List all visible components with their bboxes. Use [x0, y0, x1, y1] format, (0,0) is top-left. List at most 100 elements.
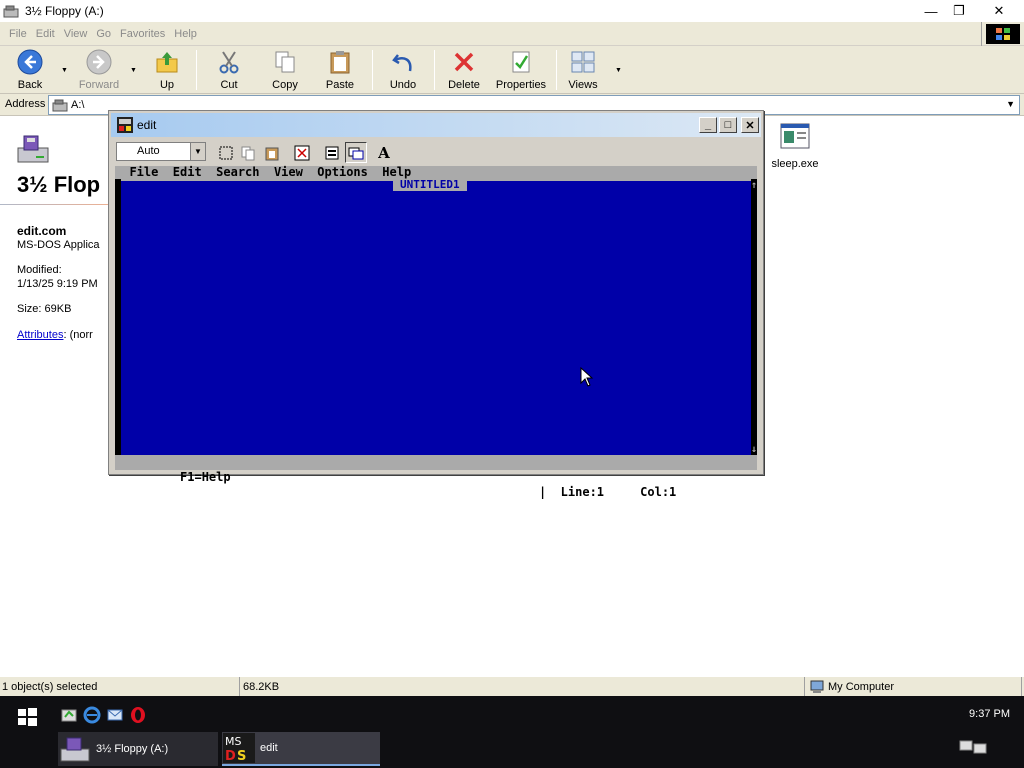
details-pane: 3½ Flop edit.com MS-DOS Applica Modified… [0, 116, 115, 676]
background-button[interactable] [345, 142, 367, 163]
undo-button[interactable]: Undo [386, 48, 420, 92]
undo-label: Undo [389, 79, 417, 91]
floppy-task-icon [58, 734, 92, 764]
scissors-icon [216, 49, 242, 75]
back-button[interactable]: Back [10, 48, 50, 92]
cut-button[interactable]: Cut [212, 48, 246, 92]
windows-logo-icon [18, 708, 37, 726]
full-screen-button[interactable] [291, 142, 313, 163]
properties-icon [508, 49, 534, 75]
paste-button[interactable]: Paste [322, 48, 358, 92]
undo-arrow-icon [390, 49, 416, 75]
dos-status-help: F1=Help [172, 470, 231, 484]
floppy-drive-large-icon [16, 132, 50, 169]
attributes-link[interactable]: Attributes [17, 329, 63, 341]
menu-edit[interactable]: Edit [36, 28, 55, 40]
dos-edit-area[interactable]: UNTITLED1 ↑ ↓ [121, 179, 757, 455]
up-button[interactable]: Up [150, 48, 184, 92]
forward-arrow-icon [86, 49, 112, 75]
floppy-drive-icon [3, 5, 19, 18]
file-item-sleep-exe[interactable]: sleep.exe [770, 122, 820, 170]
edit-title-bar[interactable]: edit _ □ ✕ [111, 113, 761, 137]
pane-attributes: Attributes: (norr [17, 329, 93, 341]
forward-label: Forward [78, 79, 120, 91]
pane-modified-label: Modified: [17, 264, 62, 276]
dos-screen[interactable]: File Edit Search View Options Help UNTIT… [115, 166, 757, 499]
menu-go[interactable]: Go [96, 28, 111, 40]
windows-flag-icon [986, 24, 1020, 44]
dos-status-bar: F1=Help | Line:1 Col:1 [115, 455, 757, 499]
dos-status-position: | Line:1 Col:1 [539, 485, 691, 499]
outlook-express-icon[interactable] [106, 706, 124, 724]
explorer-title-bar[interactable]: 3½ Floppy (A:) [0, 0, 1024, 22]
font-size-value: Auto [137, 145, 160, 157]
delete-button[interactable]: Delete [446, 48, 482, 92]
forward-dropdown-icon[interactable]: ▼ [130, 67, 137, 74]
menu-view[interactable]: View [64, 28, 88, 40]
scroll-up-icon[interactable]: ↑ [751, 181, 757, 191]
status-selected: 1 object(s) selected [0, 677, 240, 697]
folder-up-icon [154, 49, 180, 75]
scroll-down-icon[interactable]: ↓ [751, 445, 757, 455]
up-label: Up [159, 79, 175, 91]
edit-toolbar: Auto ▼ A [111, 139, 761, 165]
views-dropdown-icon[interactable]: ▼ [615, 67, 622, 74]
edit-maximize-button[interactable]: □ [719, 117, 737, 133]
dos-scrollbar[interactable] [751, 179, 757, 455]
pane-filetype: MS-DOS Applica [17, 239, 100, 251]
font-size-dropdown-icon[interactable]: ▼ [190, 143, 205, 160]
close-button[interactable]: ✕ [982, 0, 1016, 22]
dos-paste-button[interactable] [261, 142, 283, 163]
edit-minimize-button[interactable]: _ [699, 117, 717, 133]
start-button[interactable] [14, 704, 40, 730]
back-dropdown-icon[interactable]: ▼ [61, 67, 68, 74]
pane-filename: edit.com [17, 224, 67, 238]
show-desktop-icon[interactable] [60, 706, 78, 724]
document-title: UNTITLED1 [393, 179, 467, 191]
edit-window[interactable]: edit _ □ ✕ Auto ▼ A File Edit Search Vie… [108, 110, 764, 499]
svg-text:D: D [225, 749, 236, 763]
exe-file-icon [779, 122, 811, 152]
pane-size: Size: 69KB [17, 303, 72, 315]
properties-label: Properties [495, 79, 547, 91]
mark-button[interactable] [215, 142, 237, 163]
back-arrow-icon [17, 49, 43, 75]
views-grid-icon [570, 49, 596, 75]
restore-button[interactable]: ❐ [942, 0, 976, 22]
edit-close-button[interactable]: ✕ [741, 117, 759, 133]
mouse-pointer-icon [580, 367, 594, 387]
ms-dos-title-icon [117, 117, 133, 133]
status-zone-label: My Computer [828, 681, 895, 693]
network-tray-icon[interactable] [956, 738, 994, 758]
properties-button[interactable]: Properties [494, 48, 548, 92]
ms-dos-icon: MS D S [222, 733, 256, 763]
menu-file[interactable]: File [9, 28, 27, 40]
internet-explorer-icon[interactable] [83, 706, 101, 724]
status-size: 68.2KB [241, 677, 805, 697]
font-button[interactable]: A [373, 142, 395, 163]
floppy-address-icon [52, 99, 68, 115]
clock[interactable]: 9:37 PM [969, 708, 1010, 720]
dos-properties-button[interactable] [321, 142, 343, 163]
dos-paste-icon [265, 147, 279, 160]
font-size-select[interactable]: Auto ▼ [116, 142, 206, 161]
attributes-value: : (norr [63, 329, 93, 341]
dos-copy-button[interactable] [237, 142, 259, 163]
copy-button[interactable]: Copy [268, 48, 302, 92]
task-floppy[interactable]: 3½ Floppy (A:) [58, 732, 218, 766]
copy-label: Copy [272, 79, 298, 91]
delete-x-icon [451, 49, 477, 75]
menu-help[interactable]: Help [174, 28, 197, 40]
task-edit[interactable]: MS D S edit [222, 732, 380, 766]
views-button[interactable]: Views [566, 48, 600, 92]
full-screen-icon [294, 145, 310, 160]
edit-title: edit [137, 118, 157, 132]
forward-button[interactable]: Forward [76, 48, 122, 92]
standard-toolbar: Back ▼ Forward ▼ Up Cut Copy Paste Undo [0, 46, 1024, 94]
opera-browser-icon[interactable] [129, 706, 147, 724]
address-dropdown-icon[interactable]: ▼ [1006, 99, 1015, 109]
pane-divider [0, 204, 115, 205]
address-value: A:\ [71, 99, 85, 111]
back-label: Back [17, 79, 43, 91]
menu-favorites[interactable]: Favorites [120, 28, 165, 40]
